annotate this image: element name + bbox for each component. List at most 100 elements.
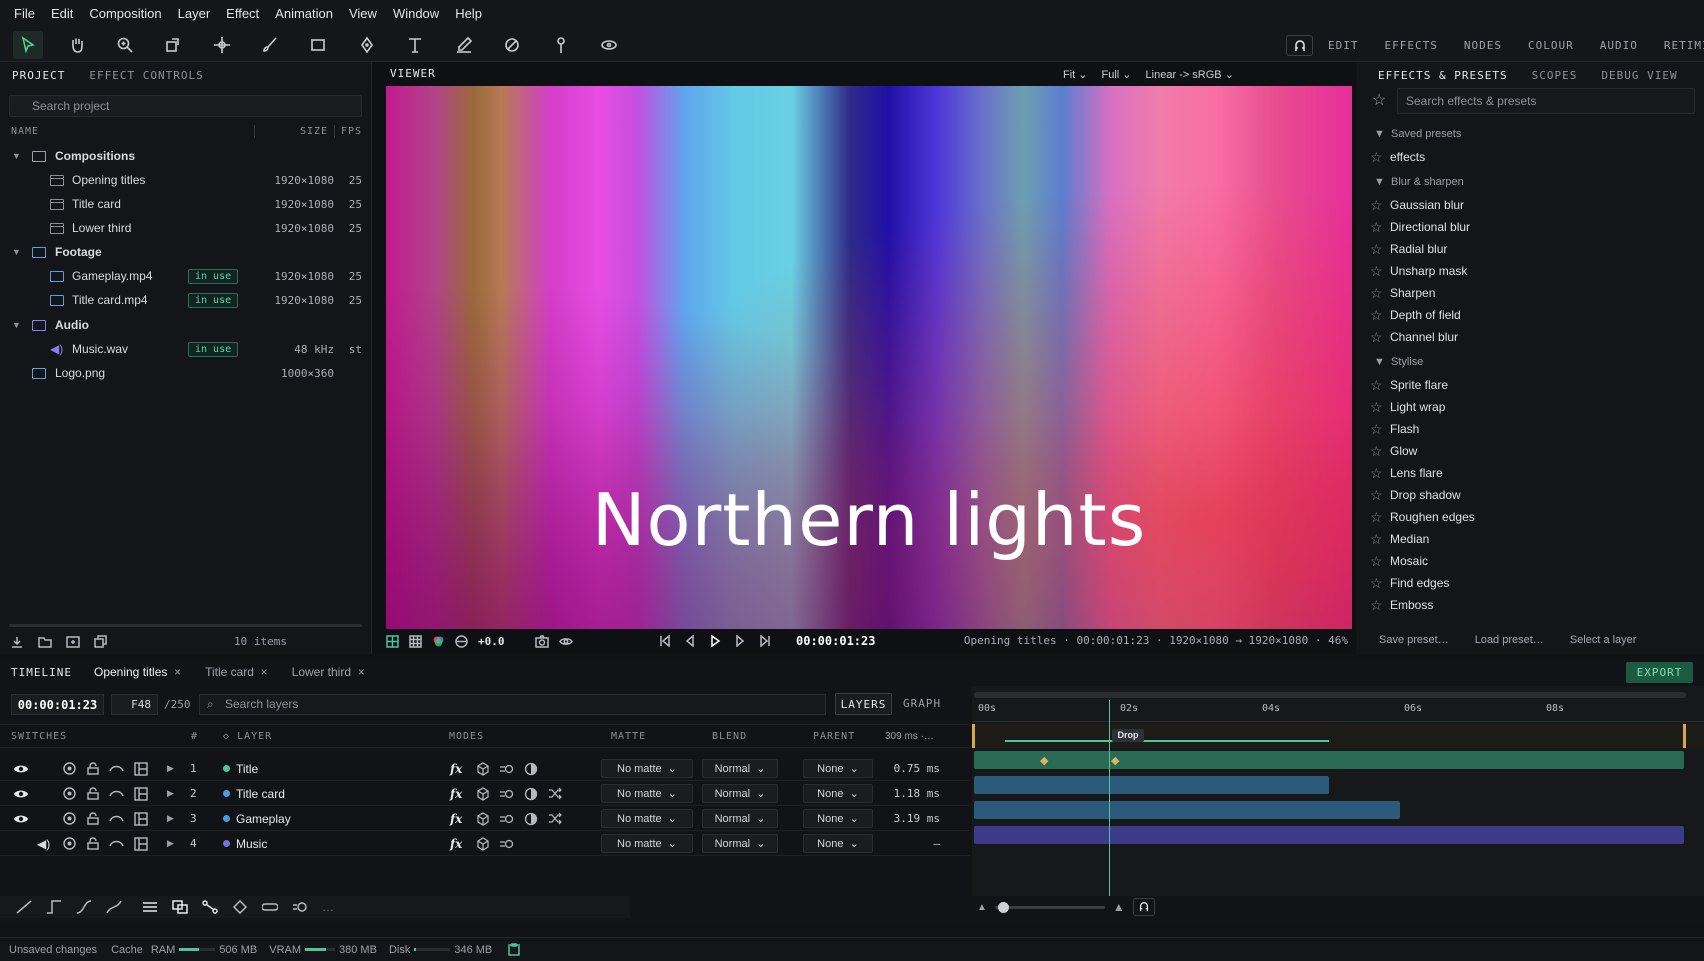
parent-dropdown[interactable]: None ⌄ — [803, 809, 873, 828]
expand-arrow-icon[interactable]: ▶ — [167, 813, 174, 824]
workspace-edit[interactable]: EDIT — [1328, 39, 1359, 52]
footage-title-card[interactable]: Title card.mp4 in use 1920×1080 25 — [0, 288, 372, 312]
resolution-dropdown[interactable]: Full ⌄ — [1102, 68, 1132, 81]
keyframe-diamond-icon[interactable] — [232, 900, 248, 914]
solo-icon[interactable] — [63, 812, 76, 825]
menu-effect[interactable]: Effect — [218, 0, 267, 28]
effect-sharpen[interactable]: ☆ Sharpen — [1357, 282, 1704, 304]
effect-radial-blur[interactable]: ☆ Radial blur — [1357, 238, 1704, 260]
link-icon[interactable] — [202, 900, 218, 914]
tab-scopes[interactable]: SCOPES — [1532, 69, 1578, 82]
layer-row[interactable]: ▶ 1 Title fx No matte ⌄ Normal ⌄ None ⌄ 0.75 ms — [0, 756, 970, 781]
menu-animation[interactable]: Animation — [267, 0, 341, 28]
effect-depth-of-field[interactable]: ☆ Depth of field — [1357, 304, 1704, 326]
zoom-out-icon[interactable]: ▲ — [977, 902, 987, 913]
track-area[interactable]: 00s 02s 04s 06s 08s Drop ◆ ◆ — [972, 686, 1704, 896]
search-layers-input[interactable]: ⌕ Search layers — [199, 694, 826, 715]
skip-start-icon[interactable] — [659, 635, 671, 647]
more-icon[interactable]: … — [322, 900, 334, 914]
sliders-icon[interactable] — [142, 900, 158, 914]
track-bar-title-card[interactable] — [974, 776, 1329, 794]
star-icon[interactable]: ☆ — [1370, 197, 1383, 214]
effect-channel-blur[interactable]: ☆ Channel blur — [1357, 326, 1704, 348]
blend-dropdown[interactable]: Normal ⌄ — [702, 759, 778, 778]
layer-row[interactable]: ▶ 2 Title card fx No matte ⌄ Normal ⌄ None ⌄ 1.… — [0, 781, 970, 806]
workspace-effects[interactable]: EFFECTS — [1385, 39, 1438, 52]
parent-dropdown[interactable]: None ⌄ — [803, 784, 873, 803]
keyframe-icon[interactable]: ◆ — [1040, 754, 1048, 767]
effect-sprite-flare[interactable]: ☆ Sprite flare — [1357, 374, 1704, 396]
collapse-icon[interactable] — [134, 786, 148, 801]
layer-row[interactable]: ◀) ▶ 4 Music fx No matte ⌄ Normal ⌄ None ⌄ – — [0, 831, 970, 856]
star-icon[interactable]: ☆ — [1370, 465, 1383, 482]
graph-view-tab[interactable]: GRAPH — [903, 697, 941, 710]
effect-find-edges[interactable]: ☆ Find edges — [1357, 572, 1704, 594]
3d-cube-icon[interactable] — [476, 836, 490, 851]
layer-name[interactable]: Title card — [236, 787, 285, 801]
shuffle-icon[interactable] — [548, 787, 562, 800]
comp-lower-third[interactable]: Lower third 1920×1080 25 — [0, 216, 372, 240]
pen-tool-icon[interactable] — [352, 31, 382, 59]
playhead[interactable] — [1109, 700, 1110, 896]
collapse-icon[interactable] — [134, 761, 148, 776]
star-icon[interactable]: ☆ — [1370, 219, 1383, 236]
pin-tool-icon[interactable] — [546, 31, 576, 59]
matte-dropdown[interactable]: No matte ⌄ — [601, 784, 693, 803]
track-bar-gameplay[interactable] — [974, 801, 1400, 819]
matte-dropdown[interactable]: No matte ⌄ — [601, 834, 693, 853]
menu-edit[interactable]: Edit — [43, 0, 81, 28]
effect-drop-shadow[interactable]: ☆ Drop shadow — [1357, 484, 1704, 506]
effect-glow[interactable]: ☆ Glow — [1357, 440, 1704, 462]
magnet-snap-icon[interactable] — [1286, 35, 1313, 56]
brush-tool-icon[interactable] — [255, 31, 285, 59]
adjustment-layer-icon[interactable] — [524, 812, 538, 826]
time-ruler[interactable]: 00s 02s 04s 06s 08s — [972, 700, 1704, 722]
group-saved-presets[interactable]: ▼ Saved presets — [1374, 128, 1461, 140]
play-icon[interactable] — [709, 635, 721, 647]
effect-flash[interactable]: ☆ Flash — [1357, 418, 1704, 440]
preset-effects[interactable]: ☆ effects — [1357, 146, 1704, 168]
effect-gaussian-blur[interactable]: ☆ Gaussian blur — [1357, 194, 1704, 216]
rectangle-tool-icon[interactable] — [303, 31, 333, 59]
fx-icon[interactable]: fx — [450, 812, 462, 826]
menu-composition[interactable]: Composition — [81, 0, 169, 28]
star-icon[interactable]: ☆ — [1370, 509, 1383, 526]
star-icon[interactable]: ☆ — [1370, 241, 1383, 258]
motion-blur-icon[interactable] — [499, 763, 514, 775]
exposure-icon[interactable] — [455, 634, 468, 648]
timeline-timecode-field[interactable]: 00:00:01:23 — [11, 694, 104, 715]
track-bar-title[interactable]: ◆ ◆ — [974, 751, 1684, 769]
col-name-header[interactable]: NAME — [11, 126, 39, 137]
speaker-icon[interactable]: ◀) — [37, 837, 50, 851]
save-preset-button[interactable]: Save preset… — [1379, 634, 1449, 646]
star-icon[interactable]: ☆ — [1370, 421, 1383, 438]
tab-debug-view[interactable]: DEBUG VIEW — [1601, 69, 1677, 82]
star-icon[interactable]: ☆ — [1370, 377, 1383, 394]
lock-icon[interactable] — [87, 812, 99, 825]
star-icon[interactable]: ☆ — [1370, 329, 1383, 346]
star-icon[interactable]: ☆ — [1370, 575, 1383, 592]
step-forward-icon[interactable] — [734, 635, 746, 647]
label-color-dot[interactable] — [223, 765, 230, 772]
skip-end-icon[interactable] — [759, 635, 771, 647]
parent-dropdown[interactable]: None ⌄ — [803, 759, 873, 778]
layer-name[interactable]: Music — [236, 837, 267, 851]
star-icon[interactable]: ☆ — [1370, 487, 1383, 504]
star-icon[interactable]: ☆ — [1370, 553, 1383, 570]
menu-view[interactable]: View — [341, 0, 385, 28]
expand-arrow-icon[interactable]: ▼ — [12, 151, 21, 161]
hand-tool-icon[interactable] — [62, 31, 92, 59]
folder-audio[interactable]: ▼ Audio — [0, 313, 372, 337]
visibility-eye-icon[interactable] — [13, 788, 29, 800]
safe-area-icon[interactable] — [386, 634, 399, 648]
star-icon[interactable]: ☆ — [1370, 443, 1383, 460]
star-icon[interactable]: ☆ — [1370, 307, 1383, 324]
group-stylise[interactable]: ▼ Stylise — [1374, 356, 1423, 368]
new-composition-icon[interactable] — [66, 635, 80, 649]
effect-median[interactable]: ☆ Median — [1357, 528, 1704, 550]
frame-field[interactable]: F48 — [111, 694, 158, 715]
star-icon[interactable]: ☆ — [1370, 149, 1383, 166]
3d-cube-icon[interactable] — [476, 786, 490, 801]
shy-icon[interactable] — [109, 788, 124, 800]
star-icon[interactable]: ☆ — [1370, 263, 1383, 280]
